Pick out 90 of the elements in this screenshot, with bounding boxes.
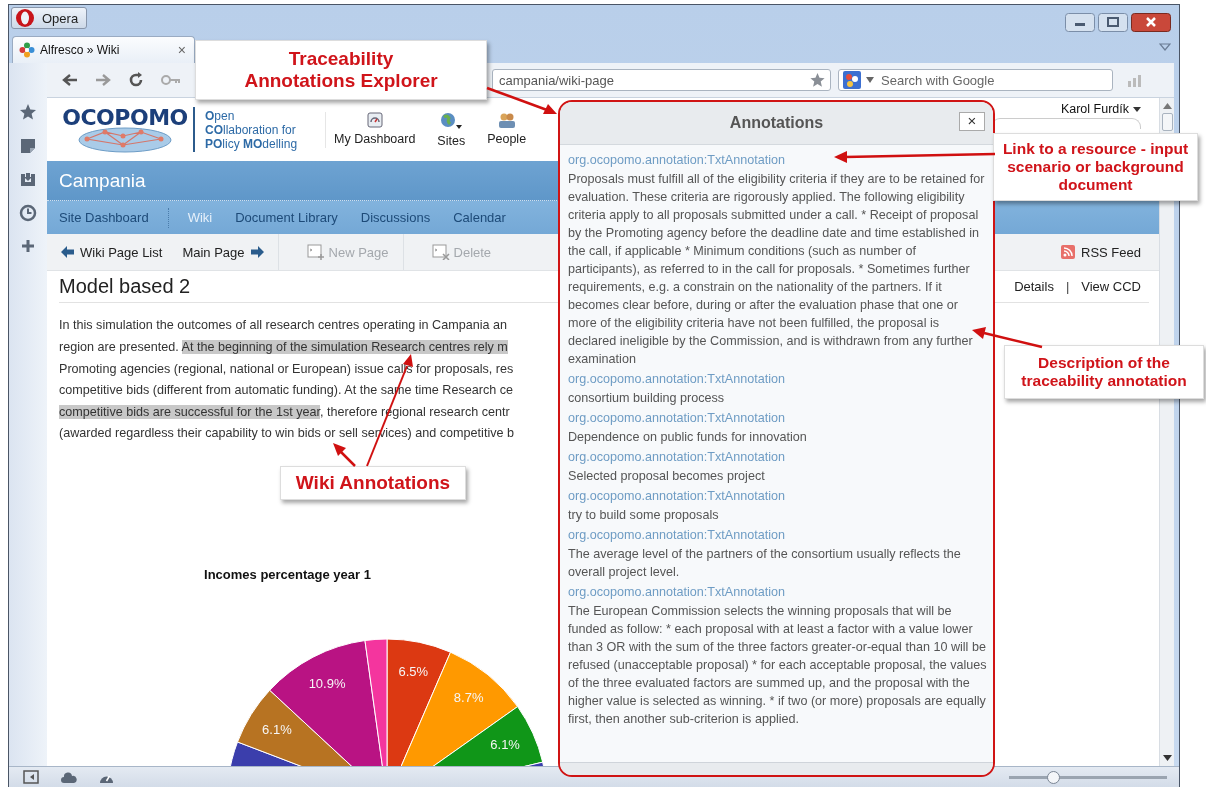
arrow [486,86,557,114]
paragraph-line: In this simulation the outcomes of all research centres operating in Campania an [59,317,509,335]
annotation-link[interactable]: org.ocopomo.annotation:TxtAnnotation [568,370,786,389]
cloud-icon[interactable] [61,771,77,783]
scrollbar-thumb[interactable] [1161,113,1173,131]
scroll-up-icon[interactable] [1162,103,1172,109]
tagline-text: COllaboration for [205,122,297,137]
slice-label: 8.7% [453,689,484,705]
signal-bars-icon [1127,73,1143,87]
delete-page-icon [431,244,450,260]
tab-close-button[interactable]: × [177,42,186,58]
rss-feed-link[interactable]: RSS Feed [1061,244,1141,260]
view-ccd-link[interactable]: View CCD [1081,279,1141,295]
browser-tab[interactable]: Alfresco » Wiki × [12,36,195,63]
panel-toggle-icon[interactable] [23,770,39,784]
paragraph-line: region are presented. At the beginning of the simulation Research centres rely m [59,339,509,357]
back-icon[interactable] [62,73,78,87]
search-field[interactable]: Search with Google [879,71,1108,89]
address-field[interactable]: campania/wiki-page [492,69,831,91]
annotation-description: The average level of the partners of the consortium usually reflects the overall project level. [568,546,962,581]
separator-text: | [1065,279,1070,295]
scroll-down-icon[interactable] [1162,755,1172,761]
annotation-description: The European Commission selects the winning proposals that will be funded as follow: * each proposal with at least a factor with a value lower than 3 OR with the sum of the three factors greater-or-equal than 10 will be refused (unacceptable proposal) * for each acceptable proposal, the values of the three evaluated factors are summed up, and the proposal with the higher value is selected as winning. * if two (or more) proposals are equally first, then another sub-criterion is applied. [568,603,987,728]
slice-label: 6.1% [262,722,292,738]
globe-icon [440,111,463,130]
close-button[interactable]: × [959,112,985,131]
maximize-icon[interactable] [1098,13,1128,32]
annotation-description: Selected proposal becomes project [568,468,765,485]
header-nav-item[interactable]: Sites [437,111,466,148]
star-icon[interactable] [19,103,37,121]
callout-label: Traceability Annotations Explorer [195,40,487,100]
annotation-link[interactable]: org.ocopomo.annotation:TxtAnnotation [568,448,786,467]
annotation-link[interactable]: org.ocopomo.annotation:TxtAnnotation [568,583,786,602]
caret-icon[interactable] [866,77,874,83]
site-title: Campania [59,169,146,192]
new-page-icon [306,244,325,260]
back-link[interactable]: Wiki Page List [61,244,163,260]
annotation-description: consortium building process [568,390,725,407]
forward-link[interactable]: Main Page [182,244,264,260]
site-nav-tab[interactable]: Discussions [360,210,431,225]
chart-title: Incomes percentage year 1 [203,567,372,582]
people-icon [497,111,516,128]
note-icon[interactable] [20,138,36,154]
plus-icon[interactable] [21,239,35,253]
annotation-description: try to build some proposals [568,507,719,524]
annotation-description: Proposals must fulfill all of the eligibility criteria if they are to be retained for evaluation. These criteria are rigorously applied. The following eligibility criteria apply to all proposals submitted under a call. * Receipt of proposal by the Promoting agency before the deadline date and time established in the call, if applicable * Minimum conditions (such as number of participants), as referred to in the call for proposals. * Sometimes further requirements, e.g. a constrain on the nationality of the partners. If it becomes clear before, during or after the evaluation phase that one or more of the eligibility criteria have not been fulfilled, the proposal is declared ineligible by the Commission, and is withdrawn from any further examination [568,171,986,368]
header-nav-item[interactable]: My Dashboard [334,111,416,148]
forward-icon[interactable] [95,73,111,87]
clock-icon[interactable] [19,204,37,222]
callout-label: Description of the traceability annotation [1004,345,1204,399]
download-icon[interactable] [20,171,36,187]
details-link[interactable]: Details [1014,279,1054,295]
panel-title: Annotations [729,114,824,132]
annotation-link[interactable]: org.ocopomo.annotation:TxtAnnotation [568,487,786,506]
right-arrow-icon [250,246,264,258]
tagline-text: Open [205,108,236,123]
dashboard-icon [366,111,383,128]
slice-label: 10.9% [308,675,346,691]
opera-logo-icon [14,8,36,28]
user-menu[interactable]: Karol Furdík [1060,102,1141,116]
caret-icon[interactable] [1159,43,1171,51]
search-bar[interactable]: Search with Google [838,69,1113,91]
left-arrow-icon [61,246,74,258]
reload-icon[interactable] [128,72,144,88]
slider-thumb[interactable] [1047,770,1061,784]
header-nav-item[interactable]: People [487,111,527,148]
site-nav-tab[interactable]: Calendar [453,210,506,225]
arrow [333,443,356,467]
flower-icon [19,42,35,58]
tab-title: Alfresco » Wiki [40,43,121,57]
page-title: Model based 2 [59,275,191,299]
site-nav-tab[interactable]: Site Dashboard [59,210,149,225]
slice-label: 6.1% [490,737,520,753]
google-icon [843,71,861,89]
callout-label: Wiki Annotations [280,466,466,500]
minimize-icon[interactable] [1065,13,1095,32]
callout-label: Link to a resource - input scenario or background document [993,133,1198,201]
annotation-link[interactable]: org.ocopomo.annotation:TxtAnnotation [568,409,786,428]
logo-text: OCOPOMO [62,106,188,129]
tagline-text: POlicy MOdelling [205,136,298,151]
slice-label: 6.5% [398,663,429,679]
annotation-link[interactable]: org.ocopomo.annotation:TxtAnnotation [568,151,786,170]
opera-menu-button[interactable]: Opera [11,7,88,29]
close-icon[interactable] [1131,13,1171,32]
annotation-link[interactable]: org.ocopomo.annotation:TxtAnnotation [568,526,786,545]
annotation-description: Dependence on public funds for innovation [568,429,807,446]
star-icon[interactable] [809,72,826,88]
site-nav-tab[interactable]: Document Library [235,210,338,225]
caret-icon [1133,106,1141,112]
rss-icon [1061,245,1075,259]
